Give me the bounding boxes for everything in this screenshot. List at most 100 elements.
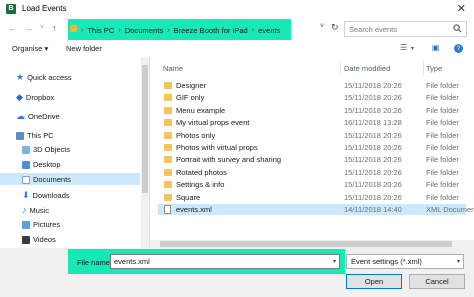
folder-icon [164, 106, 172, 114]
breadcrumb-events[interactable]: events [258, 26, 280, 35]
file-type: File folder [426, 180, 459, 190]
file-type: File folder [426, 81, 459, 90]
sidebar-item-music[interactable]: ♪ Music [22, 205, 49, 215]
breadcrumb-this-pc[interactable]: This PC [87, 26, 114, 35]
sidebar-item-pictures[interactable]: Pictures [22, 220, 60, 229]
file-row[interactable]: Photos only 15/11/2018 20:26 File folder [158, 130, 466, 141]
breadcrumb-documents[interactable]: Documents [125, 26, 163, 35]
file-row[interactable]: Designer 15/11/2018 20:26 File folder [158, 80, 466, 91]
close-icon[interactable]: ✕ [457, 2, 466, 15]
address-dropdown-icon[interactable]: ˅ [320, 23, 324, 30]
sidebar-item-downloads[interactable]: ⬇ Downloads [22, 190, 70, 201]
file-name: Portrait with survey and sharing [176, 155, 282, 165]
column-header-type[interactable]: Type [426, 64, 442, 73]
video-icon [22, 235, 30, 244]
cloud-icon: ☁ [16, 111, 25, 121]
cancel-button[interactable]: Cancel [409, 274, 465, 289]
sidebar-item-quick-access[interactable]: ★ Quick access [16, 72, 72, 83]
sidebar-item-3d-objects[interactable]: 3D Objects [22, 145, 70, 154]
view-chevron-icon[interactable]: ▾ [411, 45, 414, 52]
chevron-down-icon[interactable]: ▾ [457, 258, 460, 265]
file-date: 15/11/2018 20:26 [344, 93, 402, 103]
file-name: My virtual props event [176, 118, 250, 128]
documents-icon [22, 175, 30, 184]
file-date: 15/11/2018 20:26 [344, 167, 402, 177]
forward-arrow-icon[interactable]: → [24, 23, 33, 33]
file-type: XML Documen [426, 205, 474, 214]
open-button[interactable]: Open [346, 274, 402, 289]
file-horizontal-scrollbar[interactable] [150, 240, 474, 248]
download-icon: ⬇ [22, 190, 30, 200]
dropbox-icon: ◆ [16, 92, 23, 102]
file-name: GIF only [176, 93, 205, 103]
sidebar-item-desktop[interactable]: Desktop [22, 160, 61, 169]
file-name: Menu example [176, 105, 226, 115]
file-name: Photos only [176, 130, 216, 140]
view-options-icon[interactable]: ☰ [400, 43, 407, 52]
file-date: 16/11/2018 13:28 [344, 118, 402, 128]
computer-icon [16, 131, 24, 140]
folder-icon [164, 144, 172, 151]
file-type: File folder [426, 167, 459, 177]
file-row[interactable]: GIF only 15/11/2018 20:26 File folder [158, 92, 466, 103]
star-icon: ★ [16, 72, 25, 82]
back-arrow-icon[interactable]: ← [8, 23, 17, 33]
file-row[interactable]: Menu example 15/11/2018 20:26 File folder [158, 105, 466, 116]
nav-scrollbar-thumb[interactable] [142, 65, 148, 193]
sidebar-item-videos[interactable]: Videos [22, 235, 56, 244]
column-header-name[interactable]: Name [163, 64, 183, 73]
breadcrumb[interactable]: › This PC › Documents › Breeze Booth for… [81, 23, 280, 37]
file-date: 15/11/2018 20:26 [344, 81, 402, 90]
file-name: Settings & info [176, 180, 225, 190]
breadcrumb-breeze-booth[interactable]: Breeze Booth for iPad [173, 26, 247, 35]
file-row[interactable]: events.xml 14/11/2018 14:40 XML Documen [158, 204, 474, 215]
xml-file-icon [164, 205, 171, 214]
folder-icon [164, 94, 172, 102]
help-icon[interactable]: ? [454, 44, 463, 53]
search-input[interactable]: Search events [344, 21, 467, 37]
organise-button[interactable]: Organise ▾ [12, 44, 48, 53]
folder-icon [164, 82, 172, 89]
navigation-pane: ★ Quick access ◆ Dropbox ☁ OneDrive This… [0, 57, 150, 248]
folder-icon [164, 181, 172, 189]
file-type: File folder [426, 93, 459, 103]
file-row[interactable]: Square 15/11/2018 20:26 File folder [158, 192, 466, 203]
cube-icon [22, 145, 30, 154]
title-bar: B Load Events ✕ [0, 0, 474, 17]
sidebar-item-dropbox[interactable]: ◆ Dropbox [16, 92, 54, 103]
file-date: 14/11/2018 14:40 [344, 205, 402, 214]
file-name-value: events.xml [114, 257, 150, 266]
up-arrow-icon[interactable]: ↑ [52, 23, 57, 33]
sidebar-item-this-pc[interactable]: This PC [16, 131, 54, 140]
file-row[interactable]: Settings & info 15/11/2018 20:26 File fold… [158, 179, 466, 190]
pictures-icon [22, 220, 30, 229]
file-date: 15/11/2018 20:26 [344, 105, 402, 115]
file-name-input[interactable]: events.xml ▾ [110, 254, 340, 269]
filter-value: Event settings (*.xml) [351, 257, 422, 266]
file-row[interactable]: Portrait with survey and sharing 15/11/20… [158, 154, 466, 165]
sidebar-item-onedrive[interactable]: ☁ OneDrive [16, 111, 60, 122]
folder-icon [70, 25, 77, 32]
file-type-filter[interactable]: Event settings (*.xml) ▾ [346, 254, 464, 269]
column-divider[interactable] [423, 61, 424, 75]
navigation-bar: ← → ˅ ↑ › This PC › Documents › Breeze B… [0, 17, 474, 41]
new-folder-button[interactable]: New folder [66, 44, 102, 53]
file-name: events.xml [176, 205, 212, 214]
recent-locations-chevron-icon[interactable]: ˅ [40, 24, 44, 31]
file-date: 15/11/2018 20:26 [344, 143, 402, 152]
footer-area: File name: events.xml ▾ Event settings (… [0, 248, 474, 297]
refresh-icon[interactable]: ↻ [331, 22, 339, 33]
music-icon: ♪ [22, 205, 27, 215]
sidebar-item-documents[interactable]: Documents [22, 175, 71, 184]
nav-scrollbar[interactable] [141, 57, 149, 248]
preview-pane-icon[interactable]: ▣ [432, 43, 440, 52]
window-title: Load Events [22, 4, 67, 13]
file-type: File folder [426, 143, 459, 152]
chevron-down-icon[interactable]: ▾ [333, 258, 336, 265]
file-row[interactable]: Rotated photos 15/11/2018 20:26 File folde… [158, 167, 466, 178]
file-row[interactable]: My virtual props event 16/11/2018 13:28 Fi… [158, 117, 466, 128]
column-divider[interactable] [340, 61, 341, 75]
column-header-date[interactable]: Date modified [344, 64, 390, 73]
file-row[interactable]: Photos with virtual props 15/11/2018 20:2… [158, 142, 466, 153]
file-scrollbar-thumb[interactable] [160, 241, 452, 247]
